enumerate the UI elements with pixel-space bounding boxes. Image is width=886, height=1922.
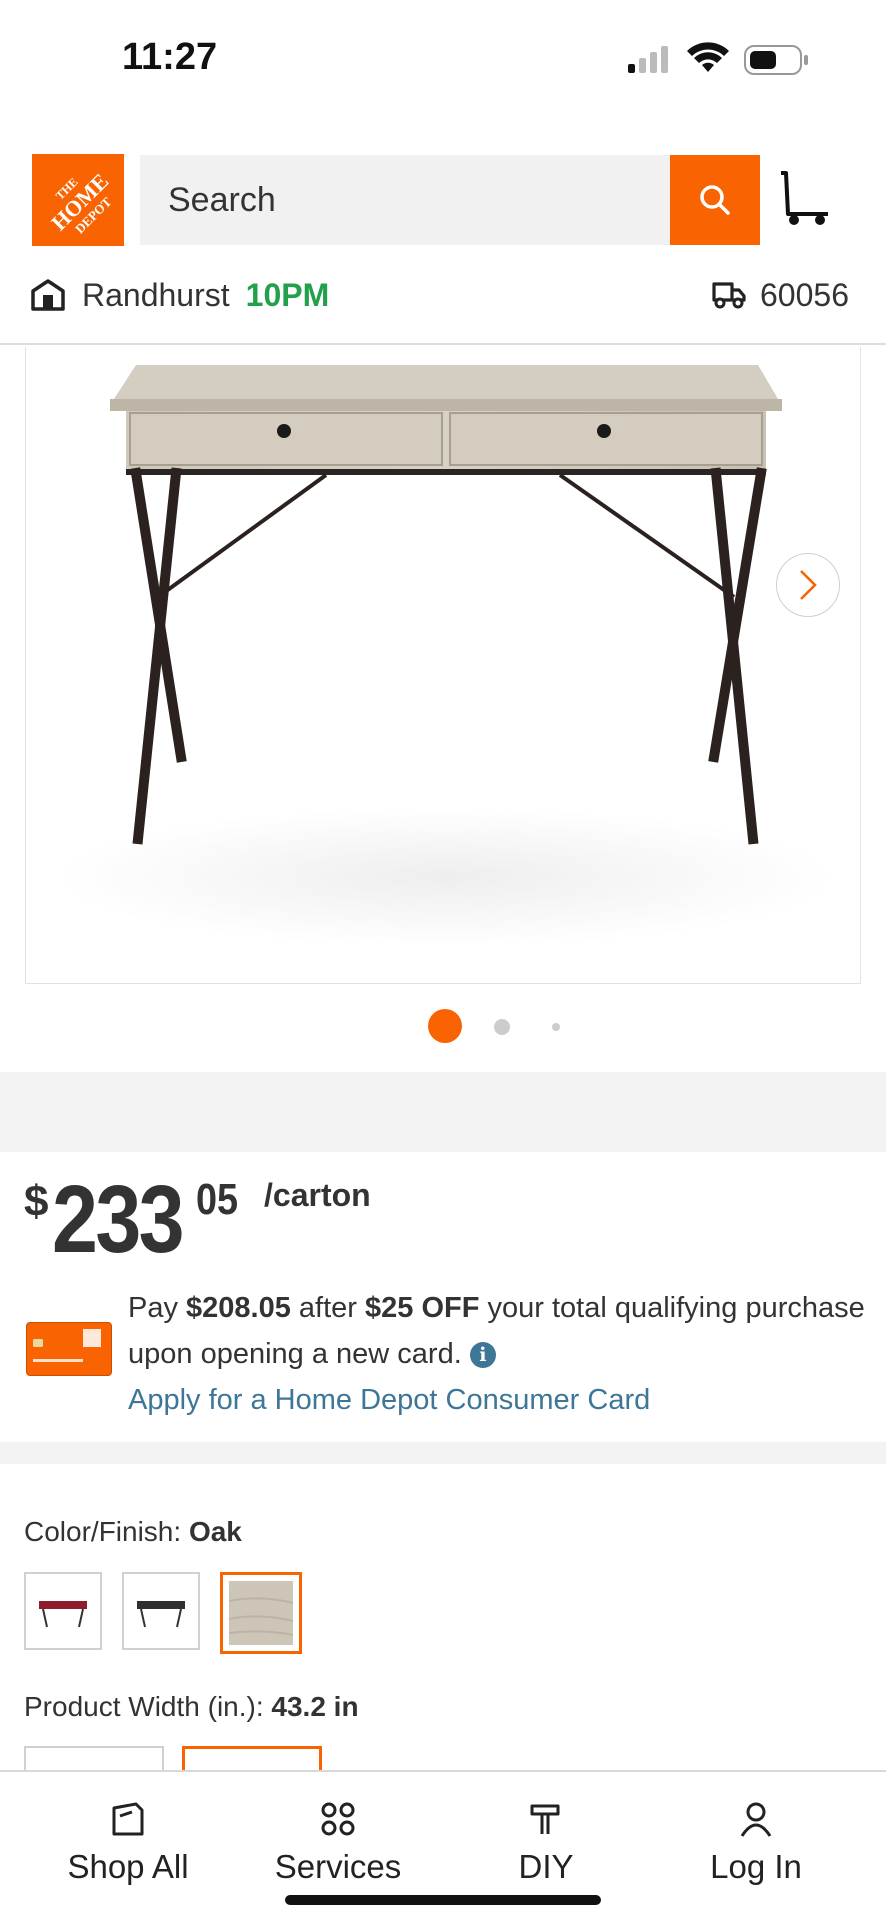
gallery-pagination xyxy=(420,1005,570,1045)
nav-shop-all[interactable]: Shop All xyxy=(28,1800,228,1886)
product-width-label: Product Width (in.): 43.2 in xyxy=(24,1691,359,1722)
color-finish-label: Color/Finish: Oak xyxy=(24,1516,242,1547)
pagination-dot[interactable] xyxy=(494,1019,510,1035)
color-swatches xyxy=(24,1572,302,1654)
store-selector[interactable]: Randhurst 10PM xyxy=(30,275,329,315)
nav-diy[interactable]: DIY xyxy=(446,1800,646,1886)
black-desk-thumbnail xyxy=(137,1601,185,1628)
home-depot-logo[interactable]: THE HOME DEPOT xyxy=(32,154,124,246)
price-currency: $ xyxy=(24,1177,49,1226)
card-promo-text: Pay $208.05 after $25 OFF your total qua… xyxy=(128,1292,865,1416)
wifi-icon xyxy=(686,42,730,79)
pagination-dot[interactable] xyxy=(552,1023,560,1031)
price-cents: 05 xyxy=(196,1175,239,1224)
zip-code: 60056 xyxy=(760,276,849,313)
store-name: Randhurst xyxy=(82,276,230,313)
section-separator xyxy=(0,1442,886,1464)
nav-services[interactable]: Services xyxy=(238,1800,438,1886)
search-placeholder: Search xyxy=(168,180,276,219)
apply-card-link[interactable]: Apply for a Home Depot Consumer Card xyxy=(128,1384,650,1416)
home-depot-logo-icon: THE HOME DEPOT xyxy=(32,154,124,246)
oak-texture-thumbnail xyxy=(229,1581,293,1645)
diy-hammer-icon xyxy=(530,1804,560,1834)
chevron-right-icon xyxy=(800,570,817,600)
red-desk-thumbnail xyxy=(39,1601,87,1628)
next-image-button[interactable] xyxy=(776,553,840,617)
price-unit: /carton xyxy=(264,1177,371,1213)
cart-icon xyxy=(781,171,828,225)
signal-icon xyxy=(626,44,674,79)
promo-discount: $25 OFF xyxy=(365,1292,480,1324)
store-icon xyxy=(31,279,65,311)
delivery-zip-selector[interactable]: 60056 xyxy=(712,275,849,315)
nav-log-in[interactable]: Log In xyxy=(656,1800,856,1886)
price-whole: 233 xyxy=(52,1166,185,1273)
home-indicator[interactable] xyxy=(285,1895,601,1905)
services-icon xyxy=(321,1802,355,1836)
swatch-black[interactable] xyxy=(122,1572,200,1650)
search-button[interactable] xyxy=(670,155,760,245)
nav-services-label: Services xyxy=(274,1848,402,1885)
color-finish-value: Oak xyxy=(188,1516,242,1547)
user-icon xyxy=(740,1802,772,1837)
product-width-value: 43.2 in xyxy=(271,1691,359,1722)
cart-button[interactable] xyxy=(778,170,832,231)
delivery-truck-icon xyxy=(712,282,746,309)
search-input[interactable]: Search xyxy=(140,155,670,245)
header-divider xyxy=(0,343,886,345)
promo-after-price: $208.05 xyxy=(186,1292,291,1324)
status-time: 11:27 xyxy=(122,36,218,78)
shop-all-icon xyxy=(112,1802,144,1836)
desk-product-image xyxy=(56,365,836,947)
swatch-red[interactable] xyxy=(24,1572,102,1650)
pagination-dot-active[interactable] xyxy=(428,1009,462,1043)
consumer-card-image xyxy=(26,1322,112,1376)
search-icon xyxy=(700,185,730,215)
swatch-oak-selected[interactable] xyxy=(220,1572,302,1654)
nav-diy-label: DIY xyxy=(518,1848,574,1885)
section-separator xyxy=(0,1072,886,1152)
product-image[interactable] xyxy=(25,347,861,984)
nav-log-in-label: Log In xyxy=(710,1848,802,1885)
nav-shop-all-label: Shop All xyxy=(67,1848,189,1885)
product-price: $ 233 05 /carton xyxy=(24,1165,524,1275)
battery-icon xyxy=(744,44,810,81)
store-hours: 10PM xyxy=(245,276,330,313)
info-icon[interactable]: i xyxy=(469,1342,496,1369)
